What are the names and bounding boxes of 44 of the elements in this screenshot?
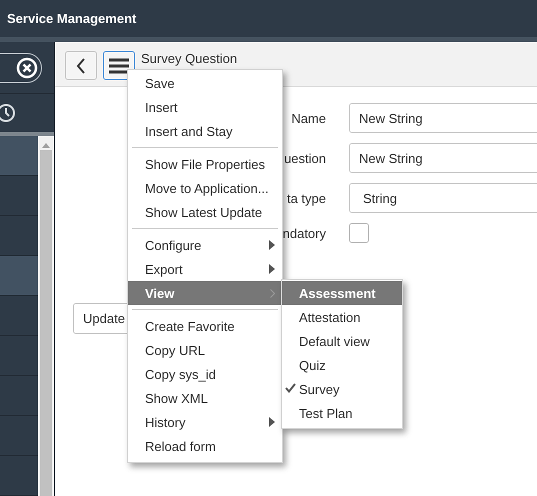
nav-row[interactable] (0, 256, 38, 296)
app-title: Service Management (7, 11, 136, 26)
menu-item[interactable]: Insert (128, 95, 282, 119)
menu-item[interactable]: Move to Application... (128, 176, 282, 200)
submenu-item[interactable]: Survey (282, 377, 402, 401)
back-icon (76, 58, 86, 74)
menu-item[interactable]: Export (128, 257, 282, 281)
menu-item[interactable]: History (128, 410, 282, 434)
submenu-item[interactable]: Attestation (282, 305, 402, 329)
submenu-item[interactable]: Default view (282, 329, 402, 353)
menu-item[interactable]: Insert and Stay (128, 119, 282, 143)
text-field[interactable]: New String (349, 103, 537, 133)
field-label: uestion (284, 150, 326, 166)
menu-item[interactable]: Save (128, 71, 282, 95)
clock-icon[interactable] (0, 103, 16, 124)
caret-icon (269, 417, 275, 427)
menu-item[interactable]: View (128, 281, 282, 305)
menu-button[interactable] (103, 51, 135, 80)
field-label: ndatory (282, 226, 326, 240)
menu-item[interactable]: Configure (128, 233, 282, 257)
menu-item[interactable]: Copy sys_id (128, 362, 282, 386)
field-label: ta type (286, 190, 326, 206)
select-field[interactable]: String (349, 183, 537, 213)
caret-icon (269, 240, 275, 250)
chevron-icon (270, 288, 275, 298)
scrollbar[interactable] (38, 136, 54, 496)
field-label: Name (291, 110, 326, 126)
menu-item[interactable]: Reload form (128, 434, 282, 458)
nav-row[interactable] (0, 136, 38, 176)
form-title: Survey Question (141, 51, 238, 66)
submenu-item[interactable]: Assessment (282, 281, 402, 305)
back-button[interactable] (65, 51, 97, 80)
submenu-item[interactable]: Test Plan (282, 401, 402, 425)
checkbox[interactable] (349, 223, 369, 243)
scroll-up-icon[interactable] (42, 142, 50, 148)
menu-item[interactable]: Show Latest Update (128, 200, 282, 224)
clear-icon[interactable] (16, 56, 38, 79)
menu-icon (109, 58, 129, 74)
menu-item[interactable]: Show File Properties (128, 152, 282, 176)
submenu-item[interactable]: Quiz (282, 353, 402, 377)
text-field[interactable]: New String (349, 143, 537, 173)
caret-icon (269, 264, 275, 274)
menu-item[interactable]: Copy URL (128, 338, 282, 362)
menu-item[interactable]: Show XML (128, 386, 282, 410)
